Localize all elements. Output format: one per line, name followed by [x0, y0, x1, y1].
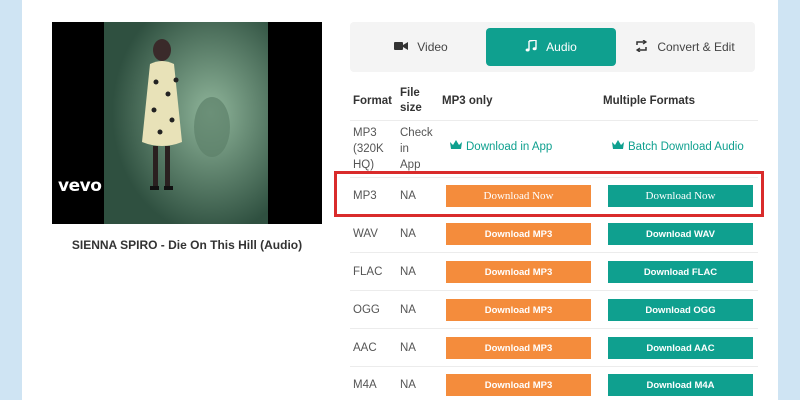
format-cell: OGG: [353, 304, 380, 316]
download-in-app-link[interactable]: Download in App: [450, 140, 552, 153]
size-cell: NA: [400, 342, 416, 354]
download-ogg-button[interactable]: Download OGG: [608, 299, 753, 321]
download-mp3-button[interactable]: Download MP3: [446, 337, 591, 359]
video-thumbnail[interactable]: vevo: [52, 22, 322, 224]
convert-arrows-icon: [635, 38, 648, 55]
tab-convert-edit-label: Convert & Edit: [657, 40, 735, 54]
tab-video-label: Video: [417, 40, 448, 54]
download-m4a-button[interactable]: Download M4A: [608, 374, 753, 396]
tab-bar: Video Audio Convert & Edit: [350, 22, 755, 72]
divider: [350, 290, 758, 291]
tab-audio[interactable]: Audio: [486, 28, 616, 66]
format-cell: WAV: [353, 228, 378, 240]
tab-convert-edit[interactable]: Convert & Edit: [620, 28, 750, 66]
highlight-box: [334, 171, 764, 217]
header-filesize-line1: File: [400, 87, 420, 99]
download-aac-button[interactable]: Download AAC: [608, 337, 753, 359]
download-flac-button[interactable]: Download FLAC: [608, 261, 753, 283]
size-cell: Check: [400, 127, 433, 139]
vevo-logo: vevo: [58, 176, 102, 196]
format-cell: M4A: [353, 379, 377, 391]
divider: [350, 120, 758, 121]
tab-video[interactable]: Video: [360, 28, 482, 66]
size-cell: NA: [400, 304, 416, 316]
size-cell: NA: [400, 266, 416, 278]
format-cell: MP3: [353, 127, 377, 139]
download-in-app-label: Download in App: [466, 140, 553, 153]
batch-download-audio-label: Batch Download Audio: [628, 140, 744, 153]
download-mp3-button[interactable]: Download MP3: [446, 299, 591, 321]
format-cell-line2: (320K: [353, 143, 384, 155]
download-wav-button[interactable]: Download WAV: [608, 223, 753, 245]
video-title: SIENNA SPIRO - Die On This Hill (Audio): [71, 238, 303, 252]
divider: [350, 252, 758, 253]
header-filesize-line2: size: [400, 102, 422, 114]
download-mp3-button[interactable]: Download MP3: [446, 223, 591, 245]
music-note-icon: [525, 38, 537, 55]
size-cell: NA: [400, 379, 416, 391]
size-cell-line2: in: [400, 143, 409, 155]
header-multiple-formats: Multiple Formats: [603, 95, 696, 107]
header-mp3-only: MP3 only: [442, 95, 493, 107]
download-mp3-button[interactable]: Download MP3: [446, 374, 591, 396]
tab-audio-label: Audio: [546, 40, 577, 54]
crown-icon: [450, 140, 462, 153]
crown-icon: [612, 140, 624, 153]
batch-download-audio-link[interactable]: Batch Download Audio: [612, 140, 744, 153]
format-cell: AAC: [353, 342, 377, 354]
divider: [350, 328, 758, 329]
size-cell: NA: [400, 228, 416, 240]
video-camera-icon: [394, 40, 409, 54]
format-cell: FLAC: [353, 266, 383, 278]
divider: [350, 366, 758, 367]
download-mp3-button[interactable]: Download MP3: [446, 261, 591, 283]
header-format: Format: [353, 95, 392, 107]
